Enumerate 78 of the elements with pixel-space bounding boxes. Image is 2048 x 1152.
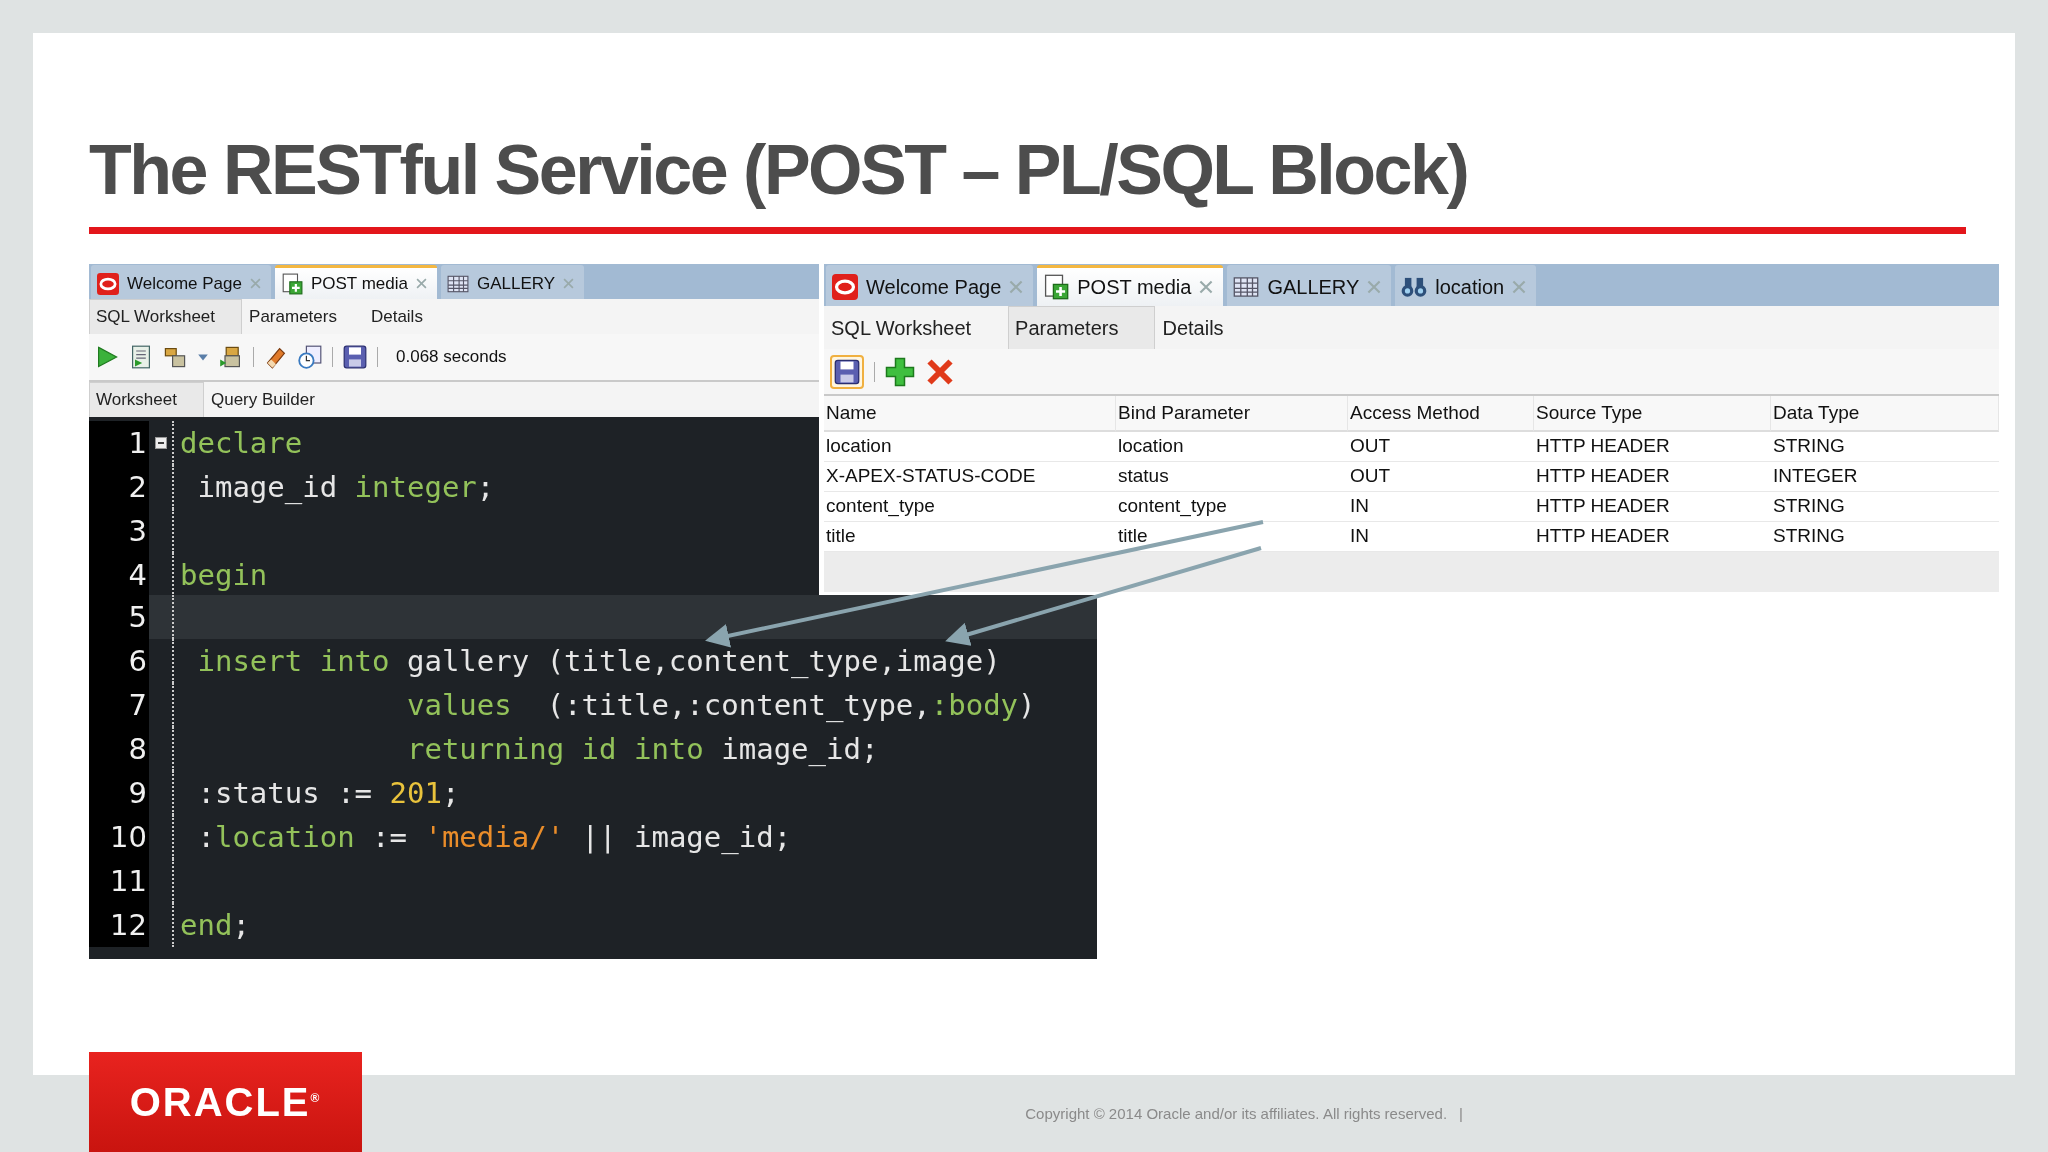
line-number: 8: [128, 732, 147, 766]
table-cell: status: [1116, 462, 1348, 492]
collapse-icon[interactable]: [154, 437, 167, 449]
code-line: end;: [180, 908, 250, 942]
line-number: 5: [128, 600, 147, 634]
line-number: 10: [110, 820, 147, 854]
plus-icon[interactable]: [885, 356, 915, 387]
execution-time: 0.068 seconds: [396, 347, 507, 367]
line-number: 6: [128, 644, 147, 678]
document-tab[interactable]: Welcome Page: [826, 265, 1034, 306]
copyright-text: Copyright © 2014 Oracle and/or its affiliates. All rights reserved.: [1025, 1105, 1448, 1122]
code-line: image_id integer;: [196, 470, 495, 504]
column-header[interactable]: Bind Parameter: [1116, 396, 1348, 432]
table-cell: STRING: [1771, 492, 1999, 522]
clock-icon[interactable]: [298, 345, 322, 369]
table-cell: content_type: [824, 492, 1116, 522]
document-plus-icon: [1043, 274, 1070, 300]
code-line: :location := 'media/' || image_id;: [196, 820, 792, 854]
column-header[interactable]: Access Method: [1348, 396, 1534, 432]
line-number: 4: [128, 558, 147, 592]
save-icon: [834, 358, 860, 385]
table-cell: INTEGER: [1771, 462, 1999, 492]
document-icon[interactable]: [129, 345, 153, 369]
view-tab[interactable]: Worksheet: [89, 382, 204, 417]
view-tab[interactable]: Details: [363, 299, 450, 334]
slide-title: The RESTful Service (POST – PL/SQL Block): [89, 130, 1469, 211]
play-icon[interactable]: [95, 345, 119, 369]
line-number: 9: [128, 776, 147, 810]
table-cell: OUT: [1348, 462, 1534, 492]
document-tab[interactable]: POST media: [1037, 265, 1224, 306]
company-logo: ORACLE$^{®}$: [89, 1052, 362, 1152]
column-header[interactable]: Data Type: [1771, 396, 1999, 432]
document-tab[interactable]: location: [1395, 265, 1537, 306]
table-cell: HTTP HEADER: [1534, 462, 1771, 492]
line-number: 2: [128, 470, 147, 504]
eraser-icon[interactable]: [264, 345, 288, 369]
table-cell: OUT: [1348, 432, 1534, 462]
view-tab[interactable]: SQL Worksheet: [824, 306, 1009, 349]
column-header[interactable]: Name: [824, 396, 1116, 432]
line-number: 12: [110, 908, 147, 942]
code-line: :status := 201;: [196, 776, 460, 810]
table-cell: location: [1116, 432, 1348, 462]
view-tab[interactable]: Query Builder: [203, 382, 342, 417]
view-tab[interactable]: Parameters: [242, 299, 364, 334]
code-line: begin: [180, 558, 268, 592]
table-cell: HTTP HEADER: [1534, 432, 1771, 462]
line-number: 1: [128, 426, 147, 460]
document-tab[interactable]: Welcome Page: [91, 265, 271, 299]
footer-separator: |: [1459, 1105, 1463, 1122]
line-number: 11: [110, 864, 147, 898]
code-line: returning id into image_id;: [405, 732, 879, 766]
code-line: values (:title,:content_type,:body): [405, 688, 1036, 722]
table-cell: X-APEX-STATUS-CODE: [824, 462, 1116, 492]
ring-icon: [97, 272, 119, 295]
table-cell: location: [824, 432, 1116, 462]
document-plus-icon: [280, 272, 303, 295]
document-tab[interactable]: GALLERY: [1227, 265, 1392, 306]
ring-icon: [832, 274, 858, 300]
code-line: insert into gallery (title,content_type,image): [196, 644, 1001, 678]
code-line: declare: [180, 426, 303, 460]
view-tab[interactable]: SQL Worksheet: [89, 299, 243, 334]
view-tab[interactable]: Details: [1155, 306, 1261, 349]
save-icon[interactable]: [343, 345, 367, 369]
table-cell: content_type: [1116, 492, 1348, 522]
cross-icon[interactable]: [925, 356, 955, 387]
document-tab[interactable]: POST media: [274, 265, 437, 299]
grid-icon: [1233, 274, 1260, 300]
database-icon[interactable]: [163, 345, 187, 369]
line-number: 7: [128, 688, 147, 722]
table-cell: HTTP HEADER: [1534, 492, 1771, 522]
table-cell: IN: [1348, 492, 1534, 522]
view-tab[interactable]: Parameters: [1008, 306, 1156, 349]
line-number: 3: [128, 514, 147, 548]
database-icon[interactable]: [219, 345, 243, 369]
column-header[interactable]: Source Type: [1534, 396, 1771, 432]
table-cell: STRING: [1771, 432, 1999, 462]
save-button[interactable]: [830, 354, 864, 389]
document-tab[interactable]: GALLERY: [441, 265, 585, 299]
